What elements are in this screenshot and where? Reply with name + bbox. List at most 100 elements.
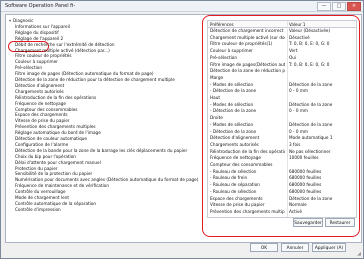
- property-value[interactable]: 10000 feuilles: [289, 155, 351, 160]
- tree-item[interactable]: Délai d'attente pour chargement manuel: [15, 160, 101, 165]
- table-row[interactable]: Haut: [208, 95, 356, 100]
- property-value[interactable]: Détection de la zone: [289, 196, 351, 201]
- table-row[interactable]: - Modes de sélection Détection de la zone: [208, 122, 356, 127]
- property-value[interactable]: T: 0, B: 0, E: 0, G: 0: [289, 62, 351, 67]
- property-value[interactable]: Mode automatique 1: [289, 135, 351, 140]
- tree-item[interactable]: Choix du bip pour l'opération: [15, 154, 76, 159]
- tree-item[interactable]: Filtre couleur de propriétés: [15, 53, 72, 58]
- restore-button[interactable]: Restaurer: [325, 218, 355, 227]
- property-value[interactable]: Vert: [289, 48, 351, 53]
- table-row[interactable]: Détection de chargement incorrect du IL V…: [208, 28, 356, 33]
- tree-item[interactable]: Réglage du dispositif: [15, 30, 59, 35]
- table-row[interactable]: - Rouleau de sélection 680000 feuilles: [208, 189, 356, 194]
- table-row[interactable]: - Rouleau de sélection 680000 feuilles: [208, 169, 356, 174]
- property-name: - Rouleau de frein: [210, 175, 248, 181]
- tree-item[interactable]: Chargement multiple activé (détection pa…: [15, 48, 110, 53]
- table-row[interactable]: Filtre image de pages(Détection automati…: [208, 62, 356, 67]
- tree-item[interactable]: Chargements autorisés: [15, 89, 64, 94]
- tree-item[interactable]: Contrôle automatique de la séparation: [15, 201, 96, 206]
- property-value[interactable]: T: 0, B: 0, E: 0, G: 0: [289, 41, 351, 46]
- table-row[interactable]: - Détection de la zone 0 - 0 mm: [208, 129, 356, 134]
- tree-item[interactable]: Réglage de l'appareil 2: [15, 35, 64, 41]
- tree-item[interactable]: Débit de recherche sur l'extrémité de dé…: [15, 42, 115, 47]
- property-value[interactable]: Détection de la zone: [289, 122, 351, 127]
- tree-item[interactable]: Informations sur l'appareil: [15, 24, 70, 29]
- tree-item[interactable]: Mode de chargement lent: [15, 195, 69, 200]
- property-value[interactable]: 0 - 0 mm: [289, 108, 351, 113]
- property-value[interactable]: Détection de la zone: [289, 82, 351, 87]
- tree-item[interactable]: Fréquence de nettoyage: [15, 101, 66, 106]
- property-value[interactable]: 680000 feuilles: [289, 189, 351, 194]
- property-value[interactable]: 680000 feuilles: [289, 175, 351, 180]
- property-value[interactable]: 0 - 0 mm: [289, 88, 351, 93]
- tree-item[interactable]: Protection du papier: [15, 166, 58, 171]
- property-value[interactable]: Oui: [289, 55, 351, 60]
- tree-item[interactable]: Espace des chargements: [15, 112, 68, 117]
- property-value[interactable]: 680000 feuilles: [289, 169, 351, 174]
- property-value[interactable]: 0 - 0 mm: [289, 129, 351, 134]
- property-value[interactable]: 680000 feuilles: [289, 182, 351, 187]
- properties-table[interactable]: Préférences Valeur 1 Détection de charge…: [207, 20, 357, 218]
- property-value[interactable]: Désactivé: [289, 35, 351, 40]
- tree-item[interactable]: Fréquence de maintenance et de vérificat…: [15, 183, 109, 188]
- cancel-button[interactable]: Annuler: [281, 243, 309, 252]
- table-row[interactable]: - Modes de sélection Détection de la zone: [208, 82, 356, 87]
- table-row[interactable]: Vitesse de prise du papier Normale: [208, 202, 356, 207]
- tree-item[interactable]: Vitesse de prise du papier: [15, 118, 70, 123]
- tree-item[interactable]: Détection de la zone de réduction pour l…: [15, 77, 175, 82]
- table-row[interactable]: Détection d'alignement Mode automatique 1: [208, 135, 356, 140]
- apply-button[interactable]: Appliquer (A): [312, 243, 346, 252]
- resize-grip-icon[interactable]: ◢: [356, 251, 362, 257]
- tree-item[interactable]: Compteur des consommables: [15, 107, 77, 112]
- table-row[interactable]: Chargements autorisés 3 fois: [208, 142, 356, 147]
- table-row[interactable]: - Détection de la zone 0 - 0 mm: [208, 108, 356, 113]
- property-value[interactable]: Normale: [289, 202, 351, 207]
- tree-item[interactable]: Réintroduction de la fin des opérations: [15, 95, 96, 100]
- tree-item-label: Vitesse de prise du papier: [15, 118, 70, 124]
- table-row[interactable]: - Détection de la zone 0 - 0 mm: [208, 88, 356, 93]
- table-row[interactable]: Couleur à supprimer Vert: [208, 48, 356, 53]
- maximize-icon[interactable]: □: [332, 2, 346, 11]
- tree-item[interactable]: Sensibilité de la protection du papier: [15, 171, 92, 176]
- tree-item[interactable]: Détection de couleur automatique: [15, 136, 87, 141]
- tree-item[interactable]: Détection d'alignement: [15, 83, 64, 88]
- tree-item[interactable]: Contrôle du verrouillage: [15, 189, 66, 194]
- table-row[interactable]: Pré-sélection Oui: [208, 55, 356, 60]
- property-value[interactable]: Ne pas sélectionner: [289, 149, 351, 154]
- tree-item-label: Configuration de l'alarme: [15, 141, 69, 147]
- table-row[interactable]: Compteur des consommables: [208, 162, 356, 167]
- tree-item[interactable]: Détection de la bande pour la zone de la…: [15, 148, 187, 153]
- tree-root-item[interactable]: ▾ Diagnosic: [9, 18, 33, 23]
- tree-item[interactable]: Réglage automatique du bord de l'image: [15, 130, 101, 135]
- table-row[interactable]: Espace des chargements Détection de la zo…: [208, 196, 356, 201]
- table-row[interactable]: Chargement multiple activé (sur documen.…: [208, 35, 356, 40]
- tree-item-label: Choix du bip pour l'opération: [15, 153, 76, 159]
- table-row[interactable]: Droite: [208, 115, 356, 120]
- save-button[interactable]: Sauvegarder: [293, 218, 323, 227]
- tree-item[interactable]: Pré-sélection: [15, 65, 42, 70]
- tree-item-label: Contrôle d'impression: [15, 206, 61, 212]
- tree-item[interactable]: Numérisation pour documents avec angles …: [15, 177, 198, 182]
- table-row[interactable]: Prévention des chargements multiples Acti…: [208, 209, 356, 214]
- tree-item[interactable]: Prévention des chargements multiples: [15, 124, 96, 129]
- table-row[interactable]: Filtre couleur de propriétés(1) T: 0, B: …: [208, 41, 356, 46]
- property-value[interactable]: Valeur (Désactivée): [289, 28, 351, 33]
- tree-item[interactable]: Configuration de l'alarme: [15, 142, 68, 147]
- property-value[interactable]: 3 fois: [289, 142, 351, 147]
- minimize-icon[interactable]: —: [317, 2, 331, 11]
- main-content: ▾ Diagnosic Informations sur l'appareil Rég…: [5, 14, 362, 243]
- ok-button[interactable]: OK: [250, 243, 278, 252]
- table-row[interactable]: Détection de la zone de réduction pour..…: [208, 68, 356, 73]
- tree-item[interactable]: Couleur à supprimer: [15, 59, 58, 64]
- table-row[interactable]: Marge: [208, 75, 356, 80]
- tree-item[interactable]: Contrôle d'impression: [15, 207, 61, 212]
- table-row[interactable]: - Rouleau de séparation 680000 feuilles: [208, 182, 356, 187]
- table-row[interactable]: - Rouleau de frein 680000 feuilles: [208, 175, 356, 180]
- property-value[interactable]: Activé: [289, 209, 351, 214]
- close-icon[interactable]: ×: [347, 2, 361, 11]
- table-row[interactable]: Réintroduction de la fin des opérations N…: [208, 149, 356, 154]
- table-row[interactable]: - Modes de sélection Détection de la zone: [208, 102, 356, 107]
- tree-item[interactable]: Filtre image de pages (Détection automat…: [15, 71, 154, 76]
- table-row[interactable]: Fréquence de nettoyage 10000 feuilles: [208, 155, 356, 160]
- property-value[interactable]: Détection de la zone: [289, 102, 351, 107]
